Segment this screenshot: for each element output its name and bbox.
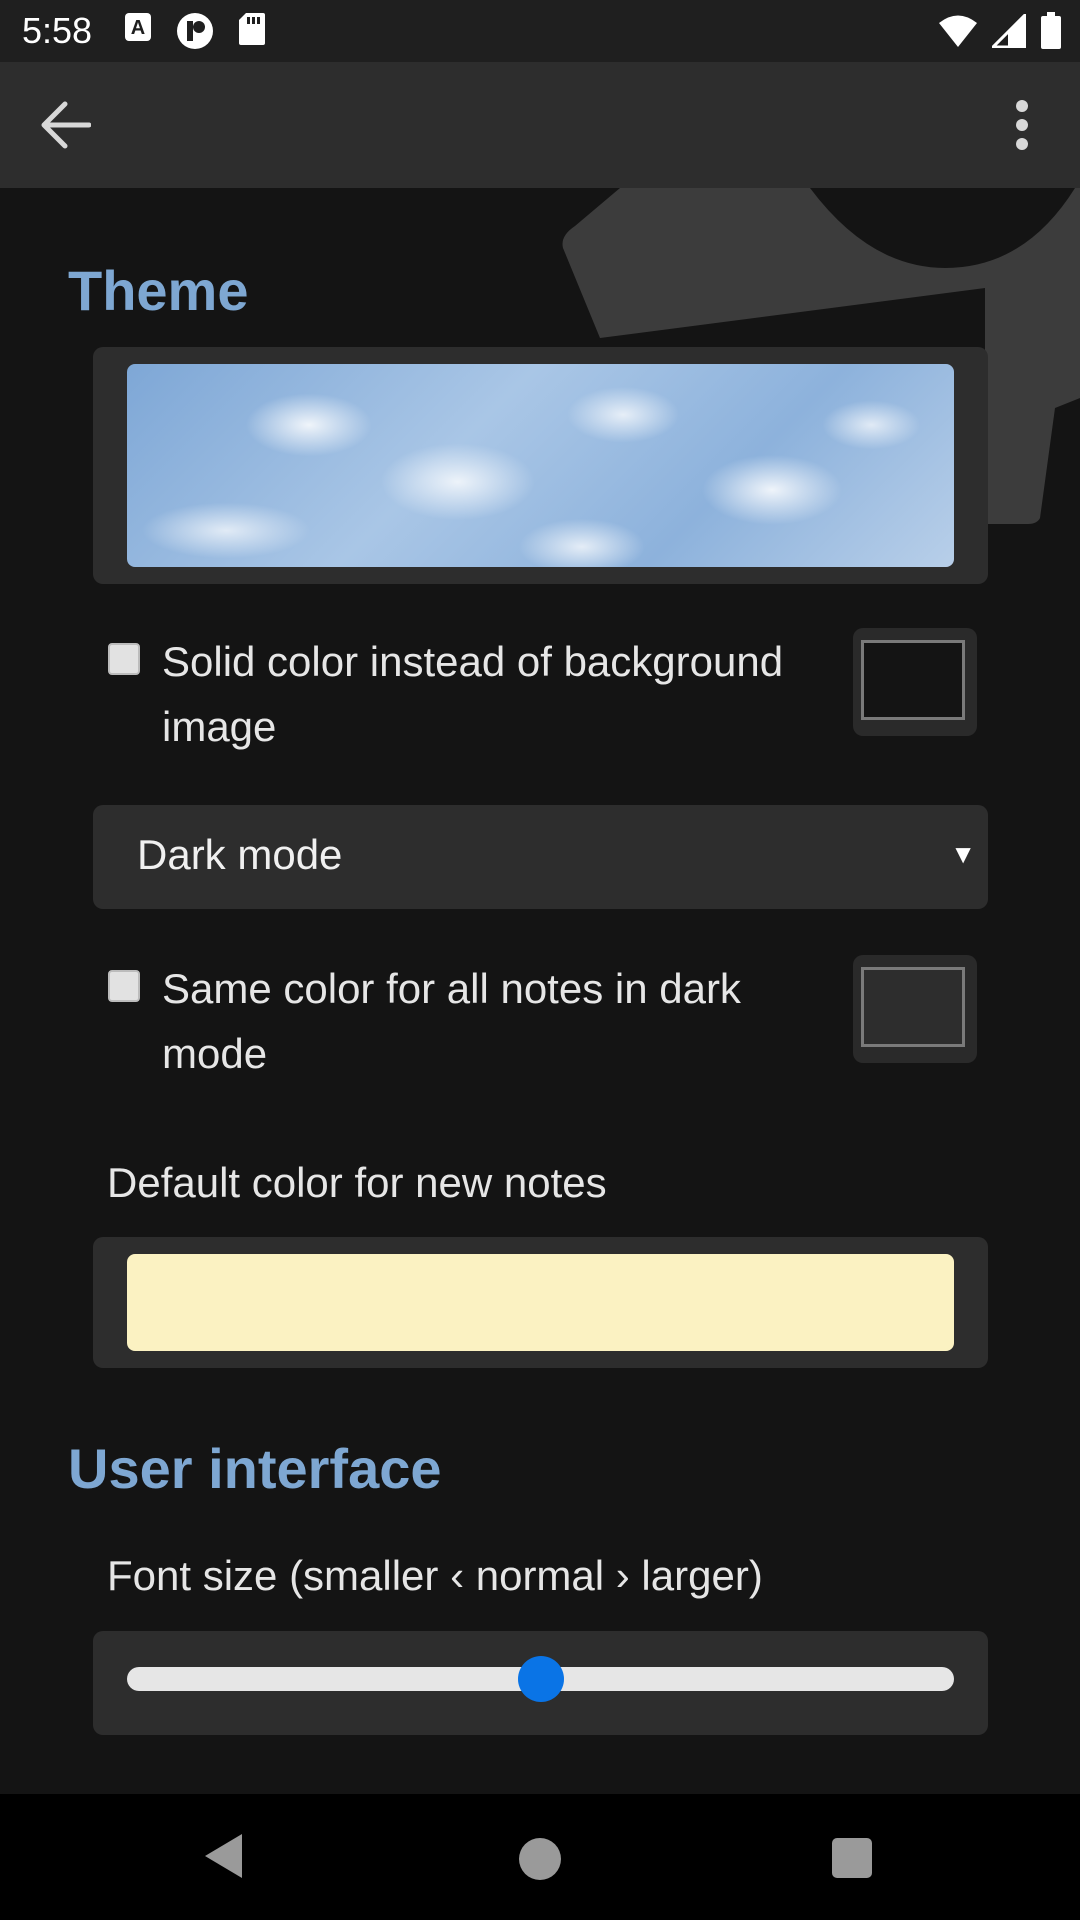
font-size-slider-thumb[interactable]: [517, 1656, 564, 1702]
a-icon: A: [125, 13, 151, 41]
same-color-checkbox[interactable]: [108, 970, 140, 1002]
solid-color-swatch: [861, 640, 965, 720]
user-interface-section-title: User interface: [68, 1437, 442, 1500]
nav-home-icon[interactable]: [519, 1838, 561, 1880]
theme-section-title: Theme: [68, 259, 249, 322]
same-color-swatch: [861, 967, 965, 1047]
same-color-swatch-button[interactable]: [853, 955, 977, 1063]
default-color-panel[interactable]: [93, 1237, 988, 1368]
status-time: 5:58: [22, 10, 93, 51]
arrow-back-icon: [41, 101, 91, 149]
battery-icon: [1041, 12, 1061, 49]
back-button[interactable]: [22, 86, 108, 164]
navigation-bar: [0, 1794, 1080, 1920]
app-bar: [0, 62, 1080, 188]
dark-mode-dropdown[interactable]: Dark mode ▼: [93, 805, 988, 909]
nav-back-icon[interactable]: [204, 1833, 244, 1879]
same-color-label: Same color for all notes in dark mode: [162, 965, 741, 1077]
overflow-menu-button[interactable]: [986, 86, 1058, 164]
more-vert-icon: [1016, 100, 1028, 150]
svg-text:A: A: [131, 17, 145, 39]
sd-card-icon: [239, 13, 265, 45]
solid-color-option[interactable]: Solid color instead of background image: [108, 629, 868, 769]
nav-recents-icon[interactable]: [832, 1838, 872, 1878]
font-size-slider-panel[interactable]: [93, 1631, 988, 1735]
system-icons: [938, 12, 1062, 50]
chevron-down-icon: ▼: [950, 839, 976, 869]
solid-color-checkbox[interactable]: [108, 643, 140, 675]
notification-icons: A: [124, 12, 266, 50]
same-color-option[interactable]: Same color for all notes in dark mode: [108, 956, 868, 1096]
default-color-label: Default color for new notes: [107, 1159, 607, 1206]
theme-image-panel[interactable]: [93, 347, 988, 584]
p-icon: [177, 13, 213, 49]
status-bar: 5:58 A: [0, 0, 1080, 62]
solid-color-swatch-button[interactable]: [853, 628, 977, 736]
solid-color-label: Solid color instead of background image: [162, 638, 784, 750]
signal-icon: [992, 14, 1026, 48]
wifi-icon: [939, 15, 977, 47]
dark-mode-dropdown-value: Dark mode: [137, 831, 343, 878]
background-image-preview[interactable]: [127, 364, 954, 567]
font-size-label: Font size (smaller ‹ normal › larger): [107, 1552, 763, 1599]
settings-content[interactable]: Theme Solid color instead of background …: [0, 188, 1080, 1794]
default-color-swatch[interactable]: [127, 1254, 954, 1351]
